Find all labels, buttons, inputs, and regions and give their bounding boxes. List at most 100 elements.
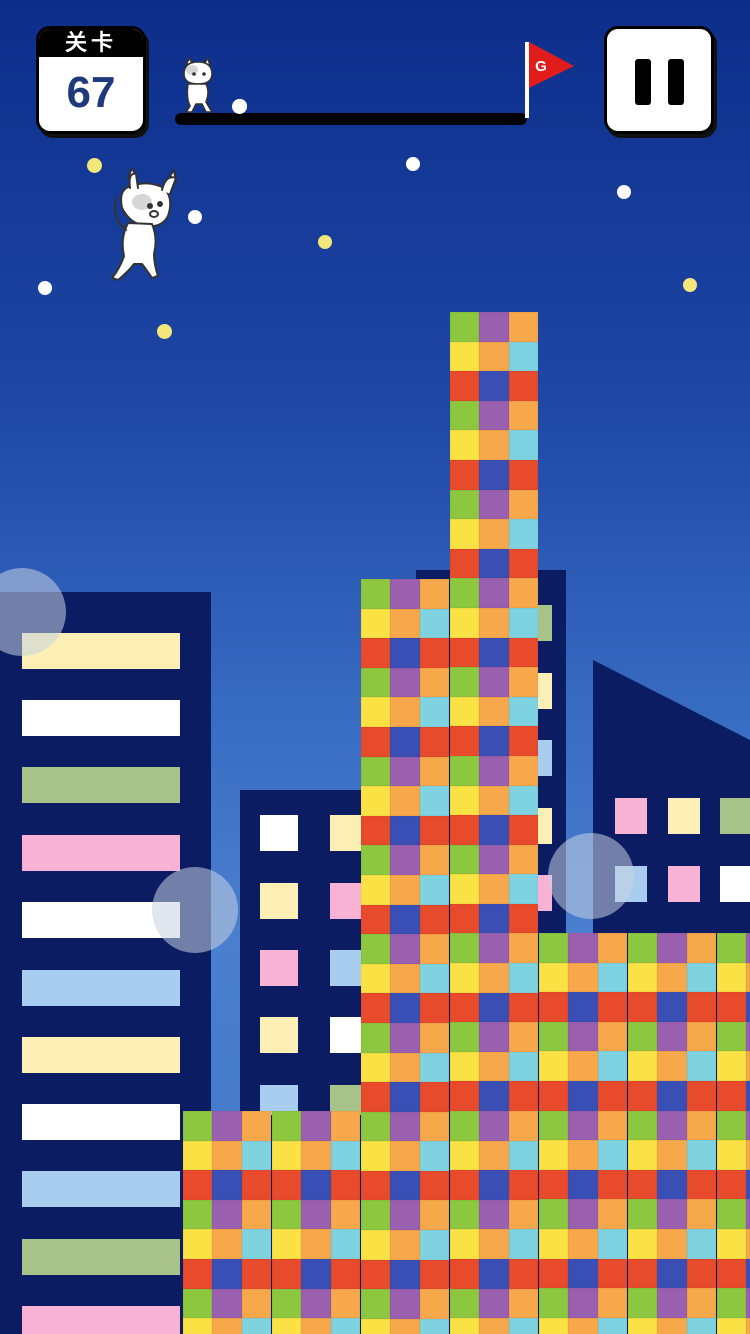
color-block — [361, 815, 391, 846]
color-block — [628, 1199, 658, 1229]
color-block — [450, 874, 480, 904]
color-block — [568, 1199, 598, 1229]
color-block — [597, 1169, 627, 1200]
color-block — [508, 785, 538, 816]
color-block — [479, 726, 509, 756]
color-block — [241, 1258, 271, 1289]
color-block — [508, 637, 538, 668]
color-block — [450, 637, 480, 668]
color-block — [568, 1140, 598, 1170]
color-block — [657, 1140, 687, 1170]
color-block — [419, 1111, 449, 1142]
color-block — [717, 1051, 747, 1081]
color-block — [450, 430, 480, 460]
color-block — [479, 371, 509, 401]
color-block — [628, 962, 658, 993]
color-block — [419, 1318, 449, 1334]
color-block — [479, 874, 509, 904]
color-block — [597, 992, 627, 1022]
color-block — [479, 1318, 509, 1334]
color-block — [390, 1200, 420, 1231]
color-block — [390, 1318, 420, 1334]
color-block — [241, 1170, 271, 1200]
color-block — [508, 667, 538, 697]
color-block — [450, 489, 480, 520]
color-block — [419, 1082, 449, 1112]
color-block — [686, 1051, 716, 1081]
color-block — [686, 1258, 716, 1289]
color-block — [568, 1021, 598, 1052]
color-block — [539, 1140, 569, 1170]
color-block — [183, 1318, 213, 1334]
color-block — [568, 1228, 598, 1259]
color-block — [597, 1080, 627, 1111]
color-block — [212, 1318, 242, 1334]
color-block — [657, 1080, 687, 1111]
color-block — [390, 579, 420, 609]
block-tower — [183, 1111, 271, 1334]
color-block — [568, 1288, 598, 1318]
color-block — [272, 1288, 302, 1319]
color-block — [686, 1080, 716, 1111]
color-block — [479, 637, 509, 668]
color-block — [241, 1111, 271, 1141]
star — [318, 235, 332, 249]
color-block — [597, 1021, 627, 1052]
color-block — [508, 933, 538, 964]
flag-icon — [525, 42, 574, 118]
color-block — [479, 548, 509, 579]
color-block — [479, 1259, 509, 1289]
window — [538, 673, 552, 709]
color-block — [330, 1258, 360, 1289]
color-block — [419, 1141, 449, 1171]
star — [406, 157, 420, 171]
color-block — [450, 459, 480, 490]
color-block — [508, 726, 538, 756]
falling-cat-icon[interactable] — [108, 168, 180, 283]
color-block — [212, 1288, 242, 1319]
color-block — [508, 1081, 538, 1112]
window — [22, 700, 180, 736]
color-block — [361, 1022, 391, 1053]
color-block — [479, 1288, 509, 1319]
color-block — [508, 755, 538, 786]
color-block — [508, 1288, 538, 1319]
color-block — [479, 1111, 509, 1141]
color-block — [686, 1288, 716, 1318]
color-block — [597, 1110, 627, 1141]
color-block — [539, 962, 569, 993]
color-block — [241, 1288, 271, 1319]
color-block — [390, 1082, 420, 1112]
color-block — [479, 933, 509, 964]
color-block — [361, 904, 391, 935]
color-block — [450, 1081, 480, 1112]
color-block — [479, 815, 509, 845]
color-block — [301, 1318, 331, 1334]
color-block — [272, 1199, 302, 1230]
color-block — [419, 1170, 449, 1201]
color-block — [361, 1141, 391, 1171]
color-block — [450, 578, 480, 608]
pause-button[interactable] — [604, 26, 714, 134]
color-block — [508, 992, 538, 1023]
window — [720, 866, 750, 902]
color-block — [508, 696, 538, 727]
color-block — [597, 1288, 627, 1318]
color-block — [183, 1170, 213, 1200]
color-block — [539, 992, 569, 1022]
color-block — [361, 726, 391, 757]
color-block — [746, 1021, 750, 1052]
color-block — [628, 992, 658, 1022]
color-block — [657, 933, 687, 963]
color-block — [330, 1229, 360, 1259]
color-block — [539, 1169, 569, 1200]
color-block — [717, 1199, 747, 1229]
color-block — [508, 1318, 538, 1334]
color-block — [390, 1111, 420, 1142]
color-block — [746, 1110, 750, 1141]
color-block — [479, 785, 509, 816]
color-block — [717, 1110, 747, 1141]
color-block — [419, 963, 449, 994]
color-block — [717, 962, 747, 993]
color-block — [212, 1111, 242, 1141]
